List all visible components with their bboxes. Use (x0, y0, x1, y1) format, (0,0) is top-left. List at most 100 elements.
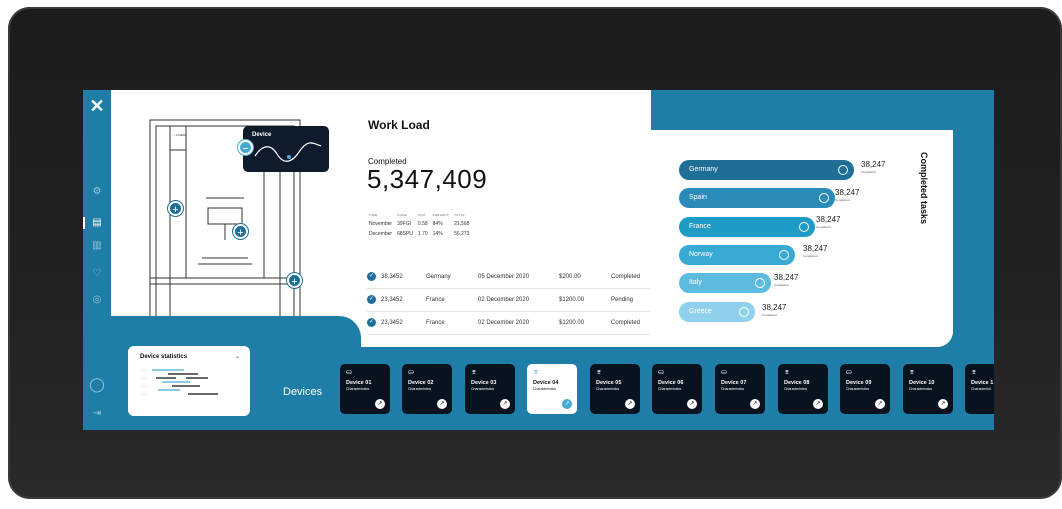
arrow-up-right-icon[interactable]: ↗ (437, 399, 447, 409)
device-icon: ⌆ (784, 369, 790, 376)
arrow-up-right-icon[interactable]: ↗ (562, 399, 572, 409)
bar-value-number: 38,247 (762, 303, 787, 312)
device-sub: Characteristics (408, 387, 432, 391)
device-name: Device 05 (596, 380, 622, 386)
gear-icon[interactable]: ⚙ (91, 186, 103, 198)
chart-icon[interactable]: ▥ (91, 240, 103, 252)
row-country: Germany (426, 274, 451, 280)
device-sub: Characteristics (784, 387, 808, 391)
row-status: Pending (611, 297, 634, 303)
active-nav-marker (83, 217, 85, 229)
device-icon: ⌆ (971, 369, 977, 376)
row-amount: $200.00 (559, 274, 581, 280)
arrow-up-right-icon[interactable]: ↗ (625, 399, 635, 409)
close-logo-icon[interactable]: ✕ (89, 97, 105, 115)
summary-cell: 68SPU (397, 231, 413, 237)
device-card-06[interactable]: ⛀ Device 06 Characteristics ↗ (652, 364, 702, 414)
device-card-09[interactable]: ⛀ Device 09 Characteristics ↗ (840, 364, 890, 414)
device-icon: ⌆ (533, 369, 539, 376)
right-panel-header (651, 90, 954, 130)
summary-cell: December (369, 231, 393, 237)
summary-header-cell: PERCENT (432, 213, 450, 217)
add-point-button-2[interactable]: + (233, 224, 248, 239)
arrow-up-right-icon[interactable]: ↗ (938, 399, 948, 409)
bar-norway[interactable]: Norway (679, 245, 795, 265)
device-card-07[interactable]: ⛀ Device 07 Characteristics ↗ (715, 364, 765, 414)
device-name: Device 10 (909, 380, 935, 386)
arrow-up-right-icon[interactable]: ↗ (813, 399, 823, 409)
bar-value-number: 38,247 (803, 244, 828, 253)
device-statistics-card[interactable]: Device statistics ⌄ ——— ——— ——— ——— (128, 346, 250, 416)
svg-text:———: ——— (140, 377, 148, 380)
layout-icon[interactable]: ▤ (91, 217, 103, 229)
table-row[interactable]: ✓ 38,3452 Germany 05 December 2020 $200.… (367, 266, 653, 289)
device-name: Device 09 (846, 380, 872, 386)
device-card-01[interactable]: ⛀ Device 01 Characteristics ↗ (340, 364, 390, 414)
device-sub: Characteristics (846, 387, 870, 391)
device-icon: ⛀ (846, 369, 852, 376)
bar-value-sub: Completed (861, 170, 876, 174)
device-card-03[interactable]: ⌆ Device 03 Characteristics ↗ (465, 364, 515, 414)
bar-value-sub: Completed (835, 198, 850, 202)
summary-cell: 84% (432, 221, 443, 227)
add-point-button-3[interactable]: + (287, 273, 302, 288)
bar-country-label: Spain (689, 194, 707, 201)
bar-value-sub: Completed (774, 283, 789, 287)
add-point-button-1[interactable]: + (168, 201, 183, 216)
arrow-up-right-icon[interactable]: ↗ (687, 399, 697, 409)
device-popup[interactable]: Device (243, 126, 329, 172)
bar-country-label: Greece (689, 308, 712, 315)
arrow-up-right-icon[interactable]: ↗ (500, 399, 510, 409)
bar-value-number: 38,247 (774, 273, 799, 282)
bar-spain[interactable]: Spain (679, 188, 835, 208)
device-card-04[interactable]: ⌆ Device 04 Characteristics ↗ (527, 364, 577, 414)
device-name: Device 03 (471, 380, 497, 386)
sidebar: ✕ ⚙ ▤ ▥ ♡ ◎ ◯ ⇥ (83, 90, 111, 430)
bar-country-label: France (689, 223, 711, 230)
arrow-up-right-icon[interactable]: ↗ (750, 399, 760, 409)
table-row[interactable]: ✓ 23,3452 France 02 December 2020 $1200.… (367, 289, 653, 312)
bar-value: 38,247 Completed (762, 303, 786, 317)
heart-icon[interactable]: ♡ (91, 268, 103, 280)
device-card-11[interactable]: ⌆ Device 1 Characteristi (965, 364, 994, 414)
device-icon: ⌆ (471, 369, 477, 376)
arrow-up-right-icon[interactable]: ↗ (375, 399, 385, 409)
bar-france[interactable]: France (679, 217, 815, 237)
device-card-10[interactable]: ⌆ Device 10 Characteristics ↗ (903, 364, 953, 414)
fingerprint-icon[interactable]: ◯ (89, 377, 105, 394)
logout-icon[interactable]: ⇥ (91, 408, 103, 420)
table-row[interactable]: ✓ 23,3452 France 02 December 2020 $1200.… (367, 312, 653, 335)
device-sub: Characteristics (346, 387, 370, 391)
bar-knob-icon (755, 278, 765, 288)
app-screen: ✕ ⚙ ▤ ▥ ♡ ◎ ◯ ⇥ • LASER Device − + + + W… (83, 90, 994, 430)
bar-value-sub: Completed (762, 313, 777, 317)
summary-table-row: November 39FGI 0.58 84% 21,568 (369, 220, 472, 228)
bar-germany[interactable]: Germany (679, 160, 854, 180)
arrow-up-right-icon[interactable]: ↗ (875, 399, 885, 409)
svg-text:• LASER: • LASER (174, 133, 187, 137)
bar-greece[interactable]: Greece (679, 302, 755, 322)
svg-text:———: ——— (140, 369, 148, 372)
bar-value-number: 38,247 (816, 215, 841, 224)
device-name: Device 01 (346, 380, 372, 386)
bar-value: 38,247 Completed (861, 160, 885, 174)
device-card-08[interactable]: ⌆ Device 08 Characteristics ↗ (778, 364, 828, 414)
bar-knob-icon (819, 193, 829, 203)
bar-country-label: Italy (689, 279, 702, 286)
device-card-05[interactable]: ⌆ Device 05 Characteristics ↗ (590, 364, 640, 414)
device-name: Device 1 (971, 380, 994, 386)
row-date: 02 December 2020 (478, 320, 530, 326)
bar-value: 38,247 Completed (774, 273, 798, 287)
summary-table: TIME CODE UNIT PERCENT TOTAL November 39… (367, 210, 474, 240)
devices-label: Devices (283, 386, 323, 398)
waveform-icon (254, 142, 322, 162)
row-id: 23,3452 (381, 320, 403, 326)
device-sub: Characteristics (658, 387, 682, 391)
bar-italy[interactable]: Italy (679, 273, 771, 293)
device-name: Device 02 (408, 380, 434, 386)
pin-icon[interactable]: ◎ (91, 294, 103, 306)
device-card-02[interactable]: ⛀ Device 02 Characteristics ↗ (402, 364, 452, 414)
summary-cell: 1.70 (417, 231, 428, 237)
collapse-minus-button[interactable]: − (238, 140, 253, 155)
workload-title: Work Load (368, 118, 430, 132)
